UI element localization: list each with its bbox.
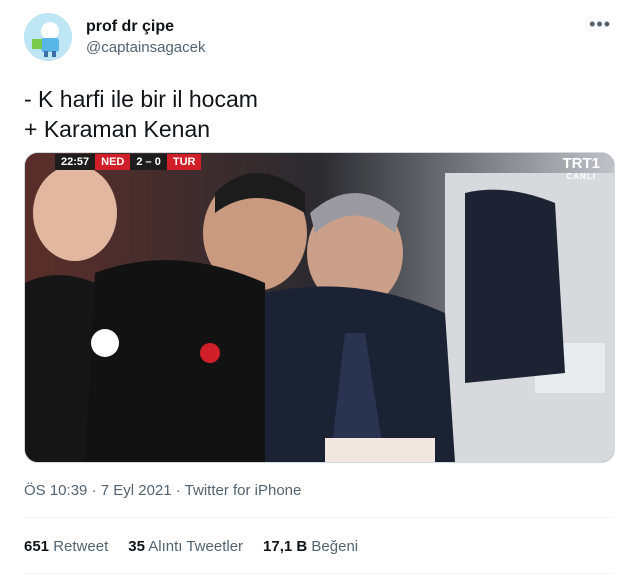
tweet-card: prof dr çipe @captainsagacek ••• - K har… <box>0 0 635 577</box>
tweet-stats: 651 Retweet 35 Alıntı Tweetler 17,1 B Be… <box>24 538 358 555</box>
match-time: 22:57 <box>55 154 96 170</box>
likes-stat[interactable]: 17,1 B Beğeni <box>263 538 358 555</box>
scoreboard: 22:57 NED 2 – 0 TUR <box>55 153 202 171</box>
tweet-timestamp[interactable]: ÖS 10:39 · 7 Eyl 2021 · Twitter for iPho… <box>24 482 301 499</box>
user-name[interactable]: prof dr çipe <box>86 18 174 36</box>
team-away: TUR <box>166 154 202 170</box>
quotes-label: Alıntı Tweetler <box>148 538 244 555</box>
user-handle[interactable]: @captainsagacek <box>86 39 205 56</box>
match-score: 2 – 0 <box>130 154 167 170</box>
tweet-line-2: + Karaman Kenan <box>24 116 211 142</box>
likes-label: Beğeni <box>311 538 359 555</box>
more-dots-icon[interactable]: ••• <box>589 14 611 35</box>
retweets-label: Retweet <box>53 538 109 555</box>
quotes-count: 35 <box>128 538 145 555</box>
tweet-media[interactable]: 22:57 NED 2 – 0 TUR TRT1 CANLI <box>24 152 615 463</box>
divider-bottom <box>24 573 613 574</box>
quotes-stat[interactable]: 35 Alıntı Tweetler <box>128 538 243 555</box>
tweet-line-1: - K harfi ile bir il hocam <box>24 86 258 112</box>
media-photo <box>25 153 614 462</box>
retweets-stat[interactable]: 651 Retweet <box>24 538 108 555</box>
team-home: NED <box>95 154 131 170</box>
live-label: CANLI <box>566 172 596 181</box>
likes-count: 17,1 B <box>263 538 308 555</box>
retweets-count: 651 <box>24 538 50 555</box>
avatar-image <box>24 13 72 61</box>
avatar[interactable] <box>24 13 72 61</box>
divider-top <box>24 517 613 518</box>
channel-name: TRT1 <box>562 155 601 172</box>
tweet-text: - K harfi ile bir il hocam + Karaman Ken… <box>24 84 258 144</box>
channel-logo: TRT1 CANLI <box>563 155 601 181</box>
